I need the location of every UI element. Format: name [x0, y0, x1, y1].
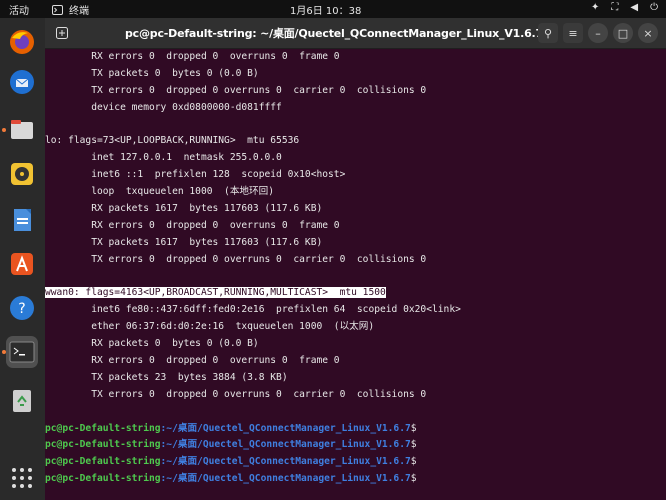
selected-output-line[interactable]: wwan0: flags=4163<UP,BROADCAST,RUNNING,M… — [45, 285, 666, 302]
text-selection: wwan0: flags=4163<UP,BROADCAST,RUNNING,M… — [45, 287, 386, 299]
dock: ? — [0, 18, 45, 500]
output-line: TX errors 0 dropped 0 overruns 0 carrier… — [45, 253, 427, 265]
prompt-symbol: $ — [410, 473, 417, 485]
menu-button[interactable]: ≡ — [563, 23, 583, 43]
output-line: TX packets 23 bytes 3884 (3.8 KB) — [45, 371, 288, 383]
close-icon: × — [643, 26, 653, 40]
system-tray[interactable]: ✦ ⛶ ◀ ⏻ — [591, 2, 658, 13]
top-bar: 活动 终端 1月6日 10：38 ✦ ⛶ ◀ ⏻ — [0, 0, 666, 18]
output-line: ether 06:37:6d:d0:2e:16 txqueuelen 1000 … — [45, 321, 375, 333]
output-line: inet6 ::1 prefixlen 128 scopeid 0x10<hos… — [45, 169, 346, 181]
svg-text:?: ? — [18, 301, 25, 317]
prompt-symbol: $ — [410, 439, 417, 451]
maximize-button[interactable]: □ — [613, 23, 633, 43]
output-line: RX packets 0 bytes 0 (0.0 B) — [45, 338, 259, 350]
new-tab-icon — [56, 27, 68, 39]
prompt-line: pc@pc-Default-string:~/桌面/Quectel_QConne… — [45, 421, 666, 438]
output-line: lo: flags=73<UP,LOOPBACK,RUNNING> mtu 65… — [45, 135, 300, 147]
running-indicator — [2, 350, 6, 354]
prompt-line: pc@pc-Default-string:~/桌面/Quectel_QConne… — [45, 437, 666, 454]
clock[interactable]: 1月6日 10：38 — [290, 2, 361, 17]
rhythmbox-icon[interactable] — [6, 158, 38, 190]
output-line: TX errors 0 dropped 0 overruns 0 carrier… — [45, 84, 427, 96]
output-line: inet 127.0.0.1 netmask 255.0.0.0 — [45, 152, 282, 164]
output-line: TX errors 0 dropped 0 overruns 0 carrier… — [45, 388, 427, 400]
title-bar[interactable]: pc@pc-Default-string: ~/桌面/Quectel_QConn… — [45, 18, 666, 49]
output-line: RX packets 1617 bytes 117603 (117.6 KB) — [45, 203, 323, 215]
writer-icon[interactable] — [6, 204, 38, 236]
prompt-symbol: $ — [410, 456, 417, 468]
output-line: TX packets 1617 bytes 117603 (117.6 KB) — [45, 236, 323, 248]
accessibility-icon[interactable]: ✦ — [591, 2, 599, 13]
terminal-output[interactable]: RX errors 0 dropped 0 overruns 0 frame 0… — [45, 49, 666, 500]
close-button[interactable]: × — [638, 23, 658, 43]
prompt-user: pc@pc-Default-string — [45, 456, 161, 468]
app-name: 终端 — [69, 6, 89, 17]
prompt-path: :~/桌面/Quectel_QConnectManager_Linux_V1.6… — [160, 439, 411, 451]
running-indicator — [2, 128, 6, 132]
terminal-window: pc@pc-Default-string: ~/桌面/Quectel_QConn… — [45, 18, 666, 500]
output-line: RX errors 0 dropped 0 overruns 0 frame 0 — [45, 219, 340, 231]
search-button[interactable]: ⚲ — [538, 23, 558, 43]
output-line: device memory 0xd0800000-d081ffff — [45, 101, 282, 113]
prompt-line: pc@pc-Default-string:~/桌面/Quectel_QConne… — [45, 454, 666, 471]
trash-icon[interactable] — [6, 384, 38, 416]
minimize-button[interactable]: – — [588, 23, 608, 43]
hamburger-icon: ≡ — [568, 26, 578, 40]
firefox-icon[interactable] — [6, 26, 38, 58]
terminal-app-icon[interactable] — [6, 336, 38, 368]
prompt-path: :~/桌面/Quectel_QConnectManager_Linux_V1.6… — [160, 456, 411, 468]
output-line: inet6 fe80::437:6dff:fed0:2e16 prefixlen… — [45, 304, 461, 316]
show-apps-icon[interactable] — [6, 462, 38, 494]
terminal-icon — [52, 4, 63, 15]
minimize-icon: – — [595, 26, 601, 40]
help-icon[interactable]: ? — [6, 292, 38, 324]
window-controls: ⚲ ≡ – □ × — [538, 23, 658, 43]
prompt-path: :~/桌面/Quectel_QConnectManager_Linux_V1.6… — [160, 473, 411, 485]
prompt-user: pc@pc-Default-string — [45, 473, 161, 485]
volume-icon[interactable]: ◀ — [630, 2, 638, 13]
prompt-path: :~/桌面/Quectel_QConnectManager_Linux_V1.6… — [160, 422, 411, 434]
network-icon[interactable]: ⛶ — [611, 2, 618, 13]
output-line: RX errors 0 dropped 0 overruns 0 frame 0 — [45, 51, 340, 62]
output-line: TX packets 0 bytes 0 (0.0 B) — [45, 67, 259, 79]
output-line: RX errors 0 dropped 0 overruns 0 frame 0 — [45, 355, 340, 367]
new-tab-button[interactable] — [53, 24, 71, 42]
prompt-line: pc@pc-Default-string:~/桌面/Quectel_QConne… — [45, 471, 666, 488]
output-line: loop txqueuelen 1000 (本地环回) — [45, 186, 274, 198]
app-center-icon[interactable] — [6, 248, 38, 280]
prompt-user: pc@pc-Default-string — [45, 422, 161, 434]
app-indicator[interactable]: 终端 — [52, 2, 89, 17]
files-icon[interactable] — [6, 114, 38, 146]
maximize-icon: □ — [617, 26, 629, 40]
power-icon[interactable]: ⏻ — [650, 2, 658, 13]
thunderbird-icon[interactable] — [6, 66, 38, 98]
prompt-user: pc@pc-Default-string — [45, 439, 161, 451]
activities-button[interactable]: 活动 — [9, 2, 29, 17]
search-icon: ⚲ — [543, 26, 553, 40]
prompt-symbol: $ — [410, 422, 417, 434]
